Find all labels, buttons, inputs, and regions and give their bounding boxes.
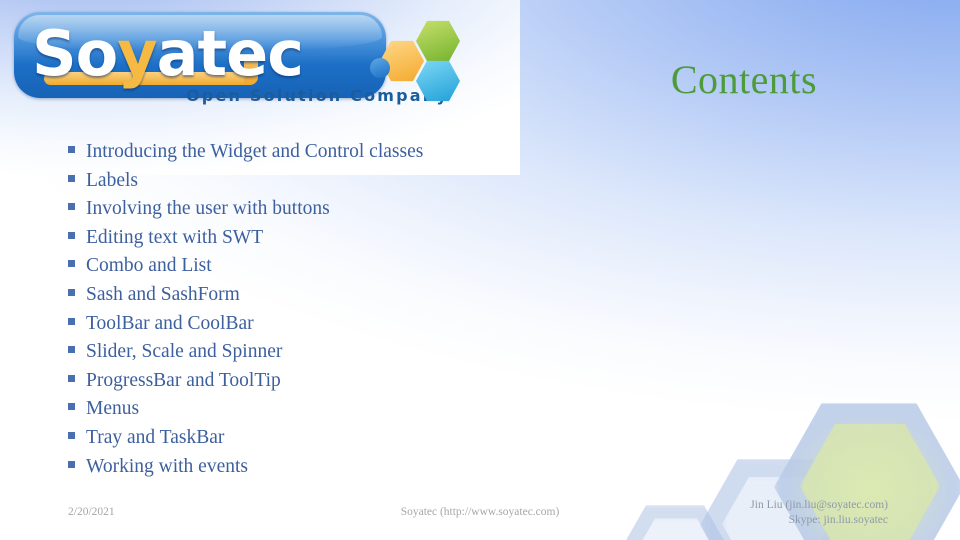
logo-wordmark-y: y [117,17,157,90]
list-item[interactable]: Combo and List [68,255,423,284]
list-item-label: ToolBar and CoolBar [86,312,254,334]
footer-date: 2/20/2021 [68,506,115,518]
contents-list: Introducing the Widget and Control class… [68,141,423,484]
soyatec-logo: Soyatec Open Solution Company [4,6,466,110]
list-item[interactable]: Editing text with SWT [68,227,423,256]
logo-wordmark-part2: atec [156,17,304,90]
square-bullet-icon [68,174,75,182]
square-bullet-icon [68,317,75,325]
list-item[interactable]: Slider, Scale and Spinner [68,341,423,370]
logo-dot-icon [370,58,390,78]
square-bullet-icon [68,260,75,268]
list-item-label: Tray and TaskBar [86,426,225,448]
list-item[interactable]: Working with events [68,456,423,485]
list-item[interactable]: Introducing the Widget and Control class… [68,141,423,170]
square-bullet-icon [68,460,75,468]
list-item[interactable]: ToolBar and CoolBar [68,313,423,342]
slide-canvas: Soyatec Open Solution Company Contents I… [0,0,960,540]
list-item-label: Introducing the Widget and Control class… [86,141,424,162]
list-item-label: Editing text with SWT [86,226,264,248]
list-item[interactable]: Labels [68,170,423,199]
logo-wordmark-part1: So [32,17,118,90]
list-item-label: Combo and List [86,255,212,277]
list-item-label: ProgressBar and ToolTip [86,369,281,391]
square-bullet-icon [68,403,75,411]
list-item[interactable]: Sash and SashForm [68,284,423,313]
square-bullet-icon [68,146,75,153]
square-bullet-icon [68,374,75,382]
hexagon-blue-icon [416,60,460,102]
list-item[interactable]: Involving the user with buttons [68,198,423,227]
list-item-label: Sash and SashForm [86,283,240,305]
footer-contact-email: Jin Liu (jin.liu@soyatec.com) [750,499,888,511]
logo-wordmark: Soyatec [32,12,304,96]
footer-contact-skype: Skype: jin.liu.soyatec [788,514,888,526]
square-bullet-icon [68,431,75,439]
square-bullet-icon [68,288,75,296]
list-item-label: Labels [86,169,138,191]
list-item-label: Involving the user with buttons [86,198,330,220]
list-item[interactable]: Tray and TaskBar [68,427,423,456]
square-bullet-icon [68,203,75,211]
square-bullet-icon [68,231,75,239]
footer-contact: Jin Liu (jin.liu@soyatec.com) Skype: jin… [750,498,888,528]
list-item-label: Slider, Scale and Spinner [86,341,283,363]
list-item-label: Working with events [86,455,248,477]
hexagon-green-icon [416,20,460,62]
logo-hexagon-cluster [370,20,468,102]
list-item[interactable]: Menus [68,398,423,427]
footer-company-link[interactable]: Soyatec (http://www.soyatec.com) [300,506,660,518]
page-title: Contents [670,57,818,102]
list-item[interactable]: ProgressBar and ToolTip [68,370,423,399]
list-item-label: Menus [86,398,140,420]
square-bullet-icon [68,346,75,354]
